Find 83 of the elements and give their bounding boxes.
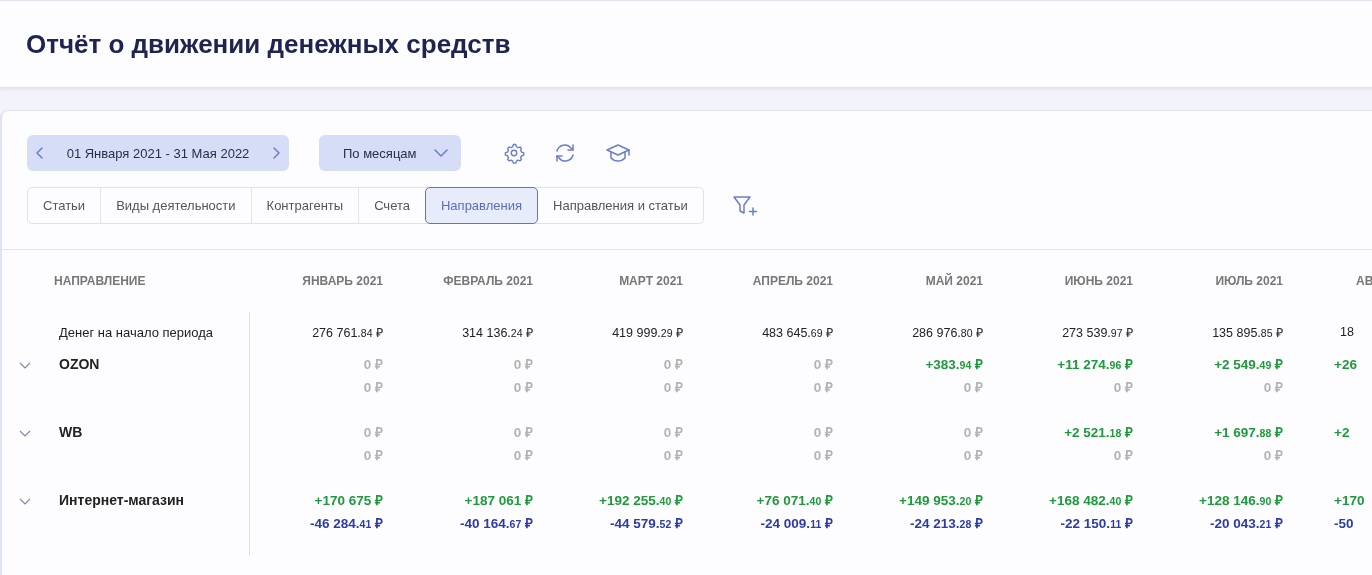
amount: +2 549.49 ₽ bbox=[1214, 356, 1283, 373]
column-header: ИЮНЬ 2021 bbox=[1063, 273, 1134, 290]
page-title: Отчёт о движении денежных средств bbox=[26, 28, 511, 60]
table-cell-text: 273 539.97 ₽ bbox=[1061, 324, 1134, 342]
amount: 0 ₽ bbox=[813, 447, 833, 464]
amount: 0 ₽ bbox=[963, 424, 983, 441]
table-cell-text: 286 976.80 ₽ bbox=[911, 324, 984, 342]
row-name: OZON bbox=[59, 356, 100, 372]
column-header: ИЮЛЬ 2021 bbox=[1214, 273, 1284, 290]
table-cell-text: 419 999.29 ₽ bbox=[611, 324, 684, 342]
amount: 0 ₽ bbox=[363, 447, 383, 464]
amount: +170 bbox=[1334, 492, 1365, 509]
tab[interactable]: Направления bbox=[425, 187, 538, 224]
column-header: ФЕВРАЛЬ 2021 bbox=[442, 273, 534, 290]
tab[interactable]: Направления и статьи bbox=[538, 188, 703, 223]
table-cell-text: 135 895.85 ₽ bbox=[1211, 324, 1284, 342]
filter-plus-icon[interactable] bbox=[731, 194, 758, 217]
row-name: WB bbox=[59, 424, 83, 440]
graduation-cap-icon[interactable] bbox=[605, 142, 631, 164]
amount: 0 ₽ bbox=[513, 356, 533, 373]
amount: +168 482.40 ₽ bbox=[1049, 492, 1133, 509]
amount: +383.94 ₽ bbox=[925, 356, 983, 373]
amount: -20 043.21 ₽ bbox=[1210, 515, 1283, 532]
amount: 0 ₽ bbox=[663, 447, 683, 464]
amount: +11 274.96 ₽ bbox=[1057, 356, 1133, 373]
amount: 0 ₽ bbox=[813, 356, 833, 373]
tab[interactable]: Виды деятельности bbox=[100, 188, 251, 223]
amount: 0 ₽ bbox=[813, 379, 833, 396]
settings-icon[interactable] bbox=[503, 142, 525, 164]
grouping-dropdown[interactable]: По месяцам bbox=[319, 135, 461, 171]
row-name: Интернет-магазин bbox=[59, 492, 185, 508]
chevron-right-icon[interactable] bbox=[271, 146, 281, 160]
column-header: АПРЕЛЬ 2021 bbox=[751, 273, 834, 290]
refresh-icon[interactable] bbox=[553, 142, 577, 164]
amount: 0 ₽ bbox=[363, 356, 383, 373]
amount: -24 213.28 ₽ bbox=[910, 515, 983, 532]
caret-icon bbox=[433, 148, 449, 158]
amount: +149 953.20 ₽ bbox=[899, 492, 983, 509]
amount: -46 284.41 ₽ bbox=[310, 515, 383, 532]
amount: 0 ₽ bbox=[363, 379, 383, 396]
amount: 0 ₽ bbox=[513, 424, 533, 441]
table-cell-text: 18 bbox=[1339, 324, 1355, 341]
column-header: НАПРАВЛЕНИЕ bbox=[53, 273, 147, 290]
amount: -50 bbox=[1334, 515, 1354, 532]
tab[interactable]: Статьи bbox=[28, 188, 101, 223]
amount: 0 ₽ bbox=[963, 379, 983, 396]
amount: 0 ₽ bbox=[1113, 379, 1133, 396]
column-header: МАРТ 2021 bbox=[618, 273, 684, 290]
table-cell-text: 483 645.69 ₽ bbox=[761, 324, 834, 342]
column-header: ЯНВАРЬ 2021 bbox=[301, 273, 384, 290]
amount: 0 ₽ bbox=[663, 379, 683, 396]
tab[interactable]: Счета bbox=[358, 188, 425, 223]
amount: +187 061 ₽ bbox=[464, 492, 533, 509]
amount: +192 255.40 ₽ bbox=[599, 492, 683, 509]
amount: 0 ₽ bbox=[663, 424, 683, 441]
amount: +1 697.88 ₽ bbox=[1214, 424, 1283, 441]
amount: -44 579.52 ₽ bbox=[610, 515, 683, 532]
amount: 0 ₽ bbox=[1263, 379, 1283, 396]
table-cell-text: 276 761.84 ₽ bbox=[311, 324, 384, 342]
column-header: МАЙ 2021 bbox=[924, 272, 984, 290]
amount: 0 ₽ bbox=[513, 447, 533, 464]
amount: 0 ₽ bbox=[663, 356, 683, 373]
amount: +26 bbox=[1334, 356, 1357, 373]
table-cell-text: 314 136.24 ₽ bbox=[461, 324, 534, 342]
amount: -40 164.67 ₽ bbox=[460, 515, 533, 532]
amount: +2 521.18 ₽ bbox=[1064, 424, 1133, 441]
chevron-left-icon[interactable] bbox=[35, 146, 45, 160]
amount: -24 009.11 ₽ bbox=[760, 515, 833, 532]
amount: 0 ₽ bbox=[1113, 447, 1133, 464]
amount: 0 ₽ bbox=[813, 424, 833, 441]
row-label: Денег на начало периода bbox=[2, 312, 250, 352]
amount: 0 ₽ bbox=[963, 447, 983, 464]
tab[interactable]: Контрагенты bbox=[250, 188, 359, 223]
amount: 0 ₽ bbox=[363, 424, 383, 441]
amount: +170 675 ₽ bbox=[314, 492, 383, 509]
amount: 0 ₽ bbox=[1263, 447, 1283, 464]
date-range-picker[interactable]: 01 Января 2021 - 31 Мая 2022 bbox=[27, 135, 289, 171]
amount: 0 ₽ bbox=[513, 379, 533, 396]
amount: +128 146.90 ₽ bbox=[1199, 492, 1283, 509]
amount: -22 150.11 ₽ bbox=[1060, 515, 1133, 532]
column-header: АВ bbox=[1355, 273, 1372, 290]
amount: +76 071.40 ₽ bbox=[756, 492, 833, 509]
amount: +2 bbox=[1334, 424, 1350, 441]
